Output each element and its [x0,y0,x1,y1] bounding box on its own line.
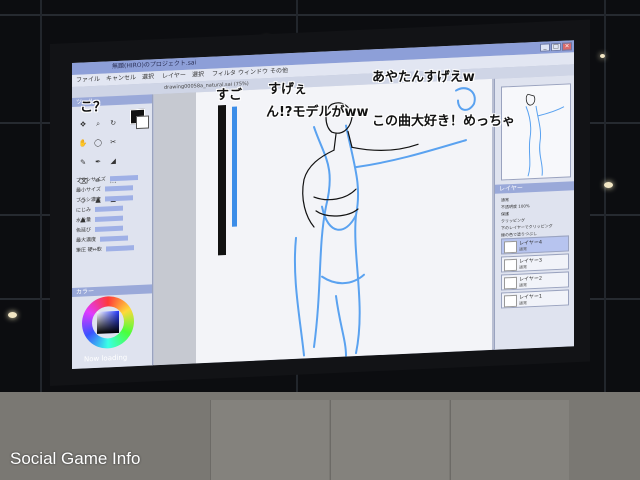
color-wheel[interactable] [82,295,134,350]
brush-properties: ブラシサイズ 最小サイズ ブラシ濃度 にじみ 水分量 色延び 最大濃度 筆圧 硬… [76,173,148,256]
wall-panel [330,400,449,480]
stream-comment: あやたんすげえw [372,70,475,85]
layer-mode: 通常 [519,300,527,306]
menu-item[interactable]: その他 [270,65,288,78]
navigator-thumbnail [525,93,565,177]
layer-options: 通常 不透明度 100% 保護 クリッピング 下のレイヤーでクリッピング 線の色… [501,193,569,238]
blue-brush-stroke [232,106,237,227]
wall-panel [450,400,569,480]
layer-thumbnail [504,276,517,290]
pen-tool-icon[interactable]: ✒ [93,158,103,167]
layer-row[interactable]: レイヤー3 通常 [501,253,569,273]
site-watermark: Social Game Info [10,449,141,468]
layer-list: レイヤー4 通常 レイヤー3 通常 レイヤー2 通常 レイヤー1 通常 [501,235,569,310]
layer-name: レイヤー3 [519,257,543,265]
prop-slider[interactable] [95,205,124,212]
minimize-button[interactable]: _ [540,43,550,52]
stream-comment: この曲大好き！めっちゃ [372,114,516,129]
layer-panel-title: レイヤー [499,184,523,193]
color-panel-header: カラー [72,284,152,298]
scissors-tool-icon[interactable]: ✂ [108,138,118,147]
pencil-tool-icon[interactable]: ✎ [78,158,88,167]
stage-light [8,312,17,318]
wall-panel [210,400,329,480]
stage-light [600,54,605,58]
background-color-swatch[interactable] [136,115,149,130]
navigator-preview[interactable] [501,83,571,181]
rotate-tool-icon[interactable]: ↻ [108,119,118,128]
black-brush-stroke [218,105,226,256]
saturation-value-square[interactable] [97,310,119,334]
layer-row[interactable]: レイヤー4 通常 [501,235,569,255]
canvas-margin [154,92,196,366]
prop-slider[interactable] [109,175,138,182]
layer-thumbnail [504,258,517,272]
layer-mode: 通常 [519,282,527,288]
layer-thumbnail [504,294,517,308]
fill-tool-icon[interactable]: ◢ [108,157,118,166]
menu-item[interactable]: フィルタ [212,68,236,81]
layer-name: レイヤー2 [519,275,543,283]
layer-name: レイヤー4 [519,239,543,247]
stream-comment: すご [216,88,243,103]
loading-status: Now loading [84,353,128,364]
stream-comment: すげぇ [268,82,308,97]
paint-app-window: 無題(HIRO)のプロジェクト.sai _ □ × ファイル キャンセル 選択 … [72,40,574,370]
prop-slider[interactable] [105,245,134,252]
prop-slider[interactable] [104,185,133,192]
zoom-tool-icon[interactable]: ⌕ [93,120,103,129]
prop-slider[interactable] [100,235,129,242]
layer-row[interactable]: レイヤー2 通常 [501,271,569,291]
menu-item[interactable]: 選択 [192,69,204,82]
prop-slider[interactable] [95,215,124,222]
stream-comment: こ？ [80,100,107,115]
layer-mode: 通常 [519,264,527,270]
menu-item[interactable]: ファイル [76,74,100,87]
layer-thumbnail [504,240,517,254]
display-monitor: 無題(HIRO)のプロジェクト.sai _ □ × ファイル キャンセル 選択 … [50,19,590,387]
maximize-button[interactable]: □ [551,42,561,52]
close-button[interactable]: × [562,42,572,51]
menu-item[interactable]: 選択 [142,71,154,84]
layer-row[interactable]: レイヤー1 通常 [501,289,569,309]
prop-slider[interactable] [95,225,124,232]
layer-panel-header: レイヤー [495,181,574,194]
tool-panel: ツール ✥ ⌕ ↻ ✋ ◯ ✂ ✎ ✒ ◢ ⌫ ✏ ⬚ ◇ ▲ ▲ ▲ [72,94,153,370]
layer-name: レイヤー1 [519,293,543,301]
color-panel-title: カラー [76,288,95,296]
hand-tool-icon[interactable]: ✋ [78,139,88,148]
menu-item[interactable]: レイヤー [162,70,186,83]
layer-mode: 通常 [519,246,527,252]
lasso-tool-icon[interactable]: ◯ [93,139,103,148]
stream-comment: ん!?モデルがww [266,105,369,120]
brush-prop-row[interactable]: 筆圧 硬⇔軟 [76,243,148,256]
stage-light [604,182,613,188]
move-tool-icon[interactable]: ✥ [78,120,88,129]
prop-slider[interactable] [104,195,133,202]
